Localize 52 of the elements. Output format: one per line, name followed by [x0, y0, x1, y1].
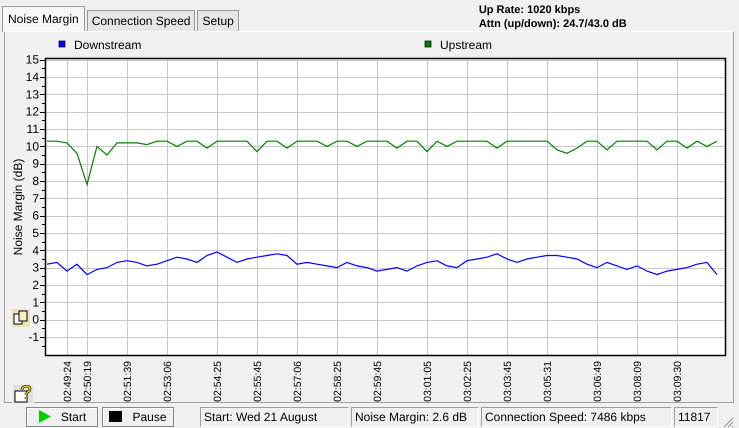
- x-tick-label: 02:54:25: [212, 361, 224, 402]
- y-tick-label: 1: [32, 295, 39, 310]
- y-tick-label: 9: [32, 156, 39, 171]
- y-tick-label: 10: [26, 139, 39, 154]
- status-pane: Connection Speed: 7486 kbps: [481, 406, 672, 426]
- tab[interactable]: Setup: [197, 10, 239, 31]
- info-text: Up Rate: 1020 kbps: [478, 3, 582, 17]
- resize-grip-icon[interactable]: [722, 416, 734, 428]
- status-pane: Noise Margin: 2.6 dB: [351, 406, 479, 426]
- x-tick-label: 03:01:05: [422, 361, 434, 402]
- y-tick-label: 3: [32, 260, 39, 275]
- play-icon: [38, 410, 51, 423]
- y-tick-label: 5: [32, 226, 39, 240]
- y-tick-label: 2: [32, 278, 39, 292]
- x-tick-label: 03:05:31: [542, 361, 554, 402]
- y-axis-label: Noise Margin (dB): [11, 158, 25, 256]
- copy-icon[interactable]: [12, 309, 30, 327]
- x-tick-label: 02:55:45: [252, 361, 264, 402]
- legend-label: Upstream: [440, 38, 492, 52]
- y-tick-label: 11: [26, 122, 39, 136]
- x-tick-label: 02:58:25: [332, 361, 344, 402]
- x-tick-label: 03:03:45: [502, 361, 514, 402]
- x-tick-label: 03:08:09: [632, 361, 644, 402]
- x-tick-label: 02:49:24: [62, 361, 74, 402]
- info-text: Attn (up/down): 24.7/43.0 dB: [478, 17, 627, 31]
- y-tick-label: 7: [32, 191, 39, 206]
- tab[interactable]: Noise Margin: [2, 6, 85, 32]
- y-tick-label: 12: [26, 104, 39, 119]
- y-tick-label: 6: [32, 208, 39, 223]
- y-tick-label: 8: [32, 174, 39, 188]
- help-icon[interactable]: [12, 384, 34, 404]
- y-tick-label: -1: [28, 330, 39, 344]
- x-tick-label: 03:02:25: [462, 361, 474, 402]
- legend-label: Downstream: [74, 38, 142, 52]
- x-tick-label: 02:51:39: [122, 361, 134, 402]
- y-tick-label: 15: [26, 52, 39, 67]
- tab[interactable]: Connection Speed: [86, 10, 196, 31]
- x-tick-label: 02:57:06: [292, 361, 304, 402]
- stop-square-icon: [109, 411, 122, 422]
- x-tick-label: 03:06:49: [592, 361, 604, 402]
- status-pane: Start: Wed 21 August: [200, 406, 349, 426]
- y-tick-label: 0: [32, 312, 39, 327]
- y-tick-label: 13: [26, 87, 39, 102]
- x-tick-label: 02:50:19: [82, 361, 94, 402]
- status-pane: 11817: [674, 406, 718, 426]
- y-tick-label: 4: [32, 243, 39, 258]
- control-button[interactable]: Start: [26, 406, 98, 426]
- control-button[interactable]: Pause: [102, 406, 174, 426]
- x-tick-label: 02:59:45: [372, 361, 384, 402]
- y-tick-label: 14: [26, 70, 39, 84]
- x-tick-label: 03:09:30: [672, 361, 684, 402]
- x-tick-label: 02:53:06: [162, 361, 174, 402]
